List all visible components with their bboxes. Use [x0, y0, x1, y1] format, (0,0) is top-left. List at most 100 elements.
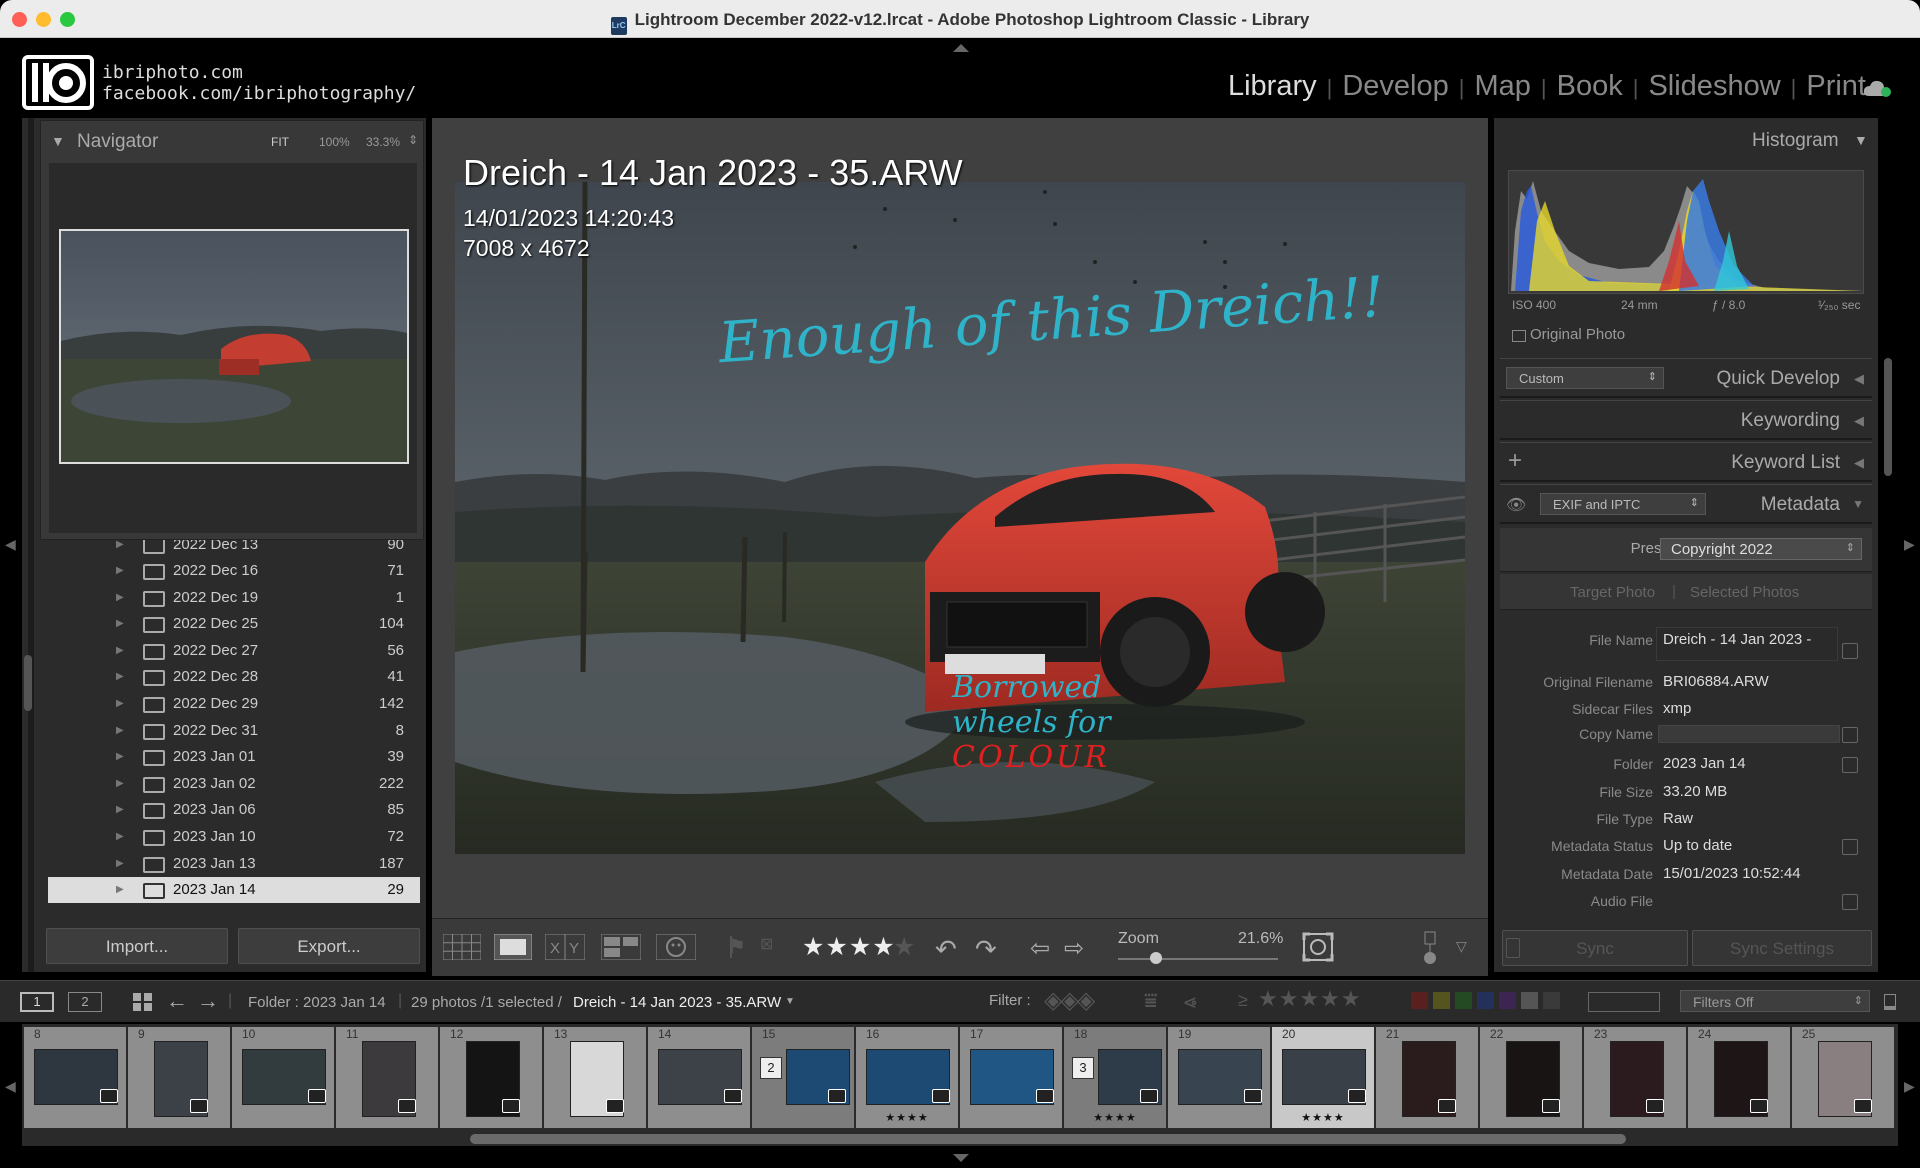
navigator-thumbnail[interactable]: [59, 229, 409, 464]
folder-expand-triangle-icon[interactable]: ▶: [116, 884, 124, 895]
navigator-zoom-fit[interactable]: FIT: [271, 135, 289, 149]
original-photo-checkbox[interactable]: [1512, 330, 1526, 342]
folder-expand-triangle-icon[interactable]: ▶: [116, 592, 124, 603]
develop-adjustment-badge-icon[interactable]: [724, 1089, 742, 1103]
folder-row[interactable]: ▶ 2022 Dec 25 104: [48, 611, 420, 637]
filter-color-labels[interactable]: [1411, 992, 1561, 1010]
folder-row[interactable]: ▶ 2023 Jan 10 72: [48, 824, 420, 850]
develop-adjustment-badge-icon[interactable]: [1140, 1089, 1158, 1103]
rotate-left-icon[interactable]: ↶: [935, 934, 957, 965]
navigator-zoom-stepper-icon[interactable]: ⇕: [408, 133, 418, 147]
keywording-collapse-triangle-icon[interactable]: ◀: [1854, 413, 1864, 429]
go-to-folder-icon[interactable]: [1842, 757, 1858, 773]
next-photo-icon[interactable]: ⇨: [1064, 934, 1084, 963]
people-view-icon[interactable]: [656, 934, 696, 960]
zoom-to-fit-icon[interactable]: [1302, 932, 1334, 962]
navigator-collapse-triangle-icon[interactable]: ▼: [51, 133, 65, 149]
folder-row[interactable]: ▶ 2022 Dec 19 1: [48, 585, 420, 611]
filmstrip-thumbnail[interactable]: 13: [544, 1027, 646, 1128]
develop-adjustment-badge-icon[interactable]: [932, 1089, 950, 1103]
develop-adjustment-badge-icon[interactable]: [398, 1099, 416, 1113]
filmstrip-file-dropdown-icon[interactable]: ▼: [785, 996, 795, 1007]
folder-row[interactable]: ▶ 2022 Dec 31 8: [48, 718, 420, 744]
stack-count-badge[interactable]: 2: [760, 1057, 782, 1079]
folder-expand-triangle-icon[interactable]: ▶: [116, 565, 124, 576]
metadata-view-select[interactable]: EXIF and IPTC ⇕: [1540, 493, 1706, 515]
module-slideshow[interactable]: Slideshow: [1648, 70, 1780, 102]
filter-preset-select[interactable]: Filters Off ⇕: [1680, 990, 1870, 1012]
filmstrip-forward-arrow-icon[interactable]: →: [197, 988, 219, 1014]
filter-rating-operator[interactable]: ≥: [1238, 990, 1248, 1011]
folder-row[interactable]: ▶ 2022 Dec 28 41: [48, 664, 420, 690]
filmstrip-scrollbar-thumb[interactable]: [470, 1134, 1626, 1144]
folder-row[interactable]: ▶ 2023 Jan 13 187: [48, 851, 420, 877]
develop-adjustment-badge-icon[interactable]: [1542, 1099, 1560, 1113]
folder-row[interactable]: ▶ 2022 Dec 29 142: [48, 691, 420, 717]
metadata-preset-select[interactable]: Copyright 2022 ⇕: [1660, 538, 1862, 560]
develop-adjustment-badge-icon[interactable]: [606, 1099, 624, 1113]
filmstrip-thumbnail[interactable]: 25: [1792, 1027, 1894, 1128]
right-panel-toggle-arrow-icon[interactable]: ▶: [1904, 536, 1915, 553]
metadata-status-icon[interactable]: [1842, 839, 1858, 855]
top-panel-toggle-arrow[interactable]: [953, 44, 969, 52]
keyword-list-header[interactable]: + Keyword List ◀: [1500, 442, 1872, 482]
right-panel-scrollbar[interactable]: [1884, 358, 1892, 476]
metadata-eye-icon[interactable]: 👁: [1506, 495, 1526, 515]
filmstrip-thumbnail[interactable]: 23: [1584, 1027, 1686, 1128]
folder-expand-triangle-icon[interactable]: ▶: [116, 804, 124, 815]
filmstrip-thumbnail[interactable]: 16 ★★★★: [856, 1027, 958, 1128]
filmstrip-thumbnail[interactable]: 8: [24, 1027, 126, 1128]
folder-row[interactable]: ▶ 2022 Dec 27 56: [48, 638, 420, 664]
toolbar-options-chevron-icon[interactable]: ▽: [1456, 938, 1467, 955]
filter-color-none[interactable]: [1543, 992, 1560, 1009]
main-window-button[interactable]: 1: [20, 992, 54, 1012]
filmstrip-back-arrow-icon[interactable]: ←: [166, 988, 188, 1014]
left-panel-toggle-arrow-icon[interactable]: ◀: [5, 536, 16, 553]
filmstrip-thumbnail[interactable]: 17: [960, 1027, 1062, 1128]
folder-expand-triangle-icon[interactable]: ▶: [116, 858, 124, 869]
metadata-collapse-triangle-icon[interactable]: ▼: [1852, 497, 1864, 511]
target-photo-toggle[interactable]: Target Photo: [1570, 584, 1655, 601]
filter-color-yellow[interactable]: [1433, 992, 1450, 1009]
import-button[interactable]: Import...: [46, 928, 228, 964]
filmstrip-thumbnail[interactable]: 19: [1168, 1027, 1270, 1128]
folder-expand-triangle-icon[interactable]: ▶: [116, 540, 124, 550]
filmstrip-scroll-right-icon[interactable]: ▶: [1904, 1078, 1915, 1095]
rating-star-empty[interactable]: ★: [893, 932, 915, 962]
survey-view-icon[interactable]: [601, 934, 641, 960]
navigator-zoom-100[interactable]: 100%: [319, 135, 350, 149]
filmstrip-thumbnail[interactable]: 14: [648, 1027, 750, 1128]
module-map[interactable]: Map: [1474, 70, 1530, 102]
folder-row[interactable]: ▶ 2023 Jan 02 222: [48, 771, 420, 797]
add-keyword-plus-icon[interactable]: +: [1508, 447, 1522, 475]
filter-color-red[interactable]: [1411, 992, 1428, 1009]
filmstrip-selected-file[interactable]: Dreich - 14 Jan 2023 - 35.ARW: [573, 994, 781, 1011]
sync-settings-button[interactable]: Sync Settings: [1692, 930, 1872, 966]
filter-color-purple[interactable]: [1499, 992, 1516, 1009]
quick-develop-collapse-triangle-icon[interactable]: ◀: [1854, 371, 1864, 387]
folder-expand-triangle-icon[interactable]: ▶: [116, 725, 124, 736]
develop-adjustment-badge-icon[interactable]: [1646, 1099, 1664, 1113]
copy-name-field[interactable]: [1658, 725, 1840, 743]
auto-sync-switch[interactable]: [1506, 938, 1520, 958]
develop-adjustment-badge-icon[interactable]: [1244, 1089, 1262, 1103]
module-print[interactable]: Print: [1806, 70, 1866, 102]
filmstrip-thumbnail[interactable]: 9: [128, 1027, 230, 1128]
filter-color-blue[interactable]: [1477, 992, 1494, 1009]
rating-stars[interactable]: ★★★★: [802, 932, 896, 962]
quick-develop-header[interactable]: Custom ⇕ Quick Develop ◀: [1500, 358, 1872, 398]
filmstrip-thumbnail[interactable]: 10: [232, 1027, 334, 1128]
develop-adjustment-badge-icon[interactable]: [1348, 1089, 1366, 1103]
folder-expand-triangle-icon[interactable]: ▶: [116, 645, 124, 656]
filter-lock-icon[interactable]: [1884, 994, 1896, 1010]
folder-row-selected[interactable]: ▶ 2023 Jan 14 29: [48, 877, 420, 904]
compare-view-icon[interactable]: XY: [545, 934, 585, 960]
secondary-window-button[interactable]: 2: [68, 992, 102, 1012]
audio-file-icon[interactable]: [1842, 894, 1858, 910]
folder-expand-triangle-icon[interactable]: ▶: [116, 671, 124, 682]
develop-adjustment-badge-icon[interactable]: [828, 1089, 846, 1103]
develop-adjustment-badge-icon[interactable]: [190, 1099, 208, 1113]
cloud-sync-icon[interactable]: [1862, 78, 1892, 98]
sync-button[interactable]: Sync: [1502, 930, 1688, 966]
painter-tool-icon[interactable]: [1418, 930, 1442, 966]
